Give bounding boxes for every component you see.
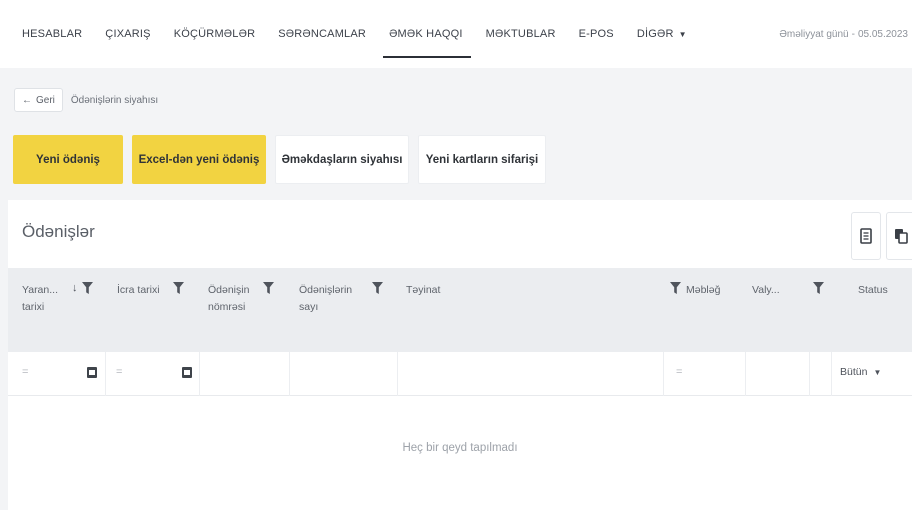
operation-day: Əməliyyat günü - 05.05.2023 [779,0,908,68]
column-label: Ödənişin nömrəsi [208,284,250,313]
nav-item-e-pos[interactable]: E-POS [579,0,614,68]
column-header-exec-date[interactable]: İcra tarixi [117,282,160,299]
purpose-filter[interactable] [398,352,664,396]
nav-label: ƏMƏK HAQQI [389,28,463,40]
new-cards-order-button[interactable]: Yeni kartların sifarişi [418,135,546,184]
breadcrumb: ← Geri Ödənişlərin siyahısı [14,88,158,112]
panel-title: Ödənişlər [22,222,95,241]
copy-icon [895,229,908,244]
sort-arrow-icon[interactable]: ↓ [72,282,78,294]
nav-label: MƏKTUBLAR [485,28,556,40]
filter-icon[interactable] [813,282,824,297]
column-label: Təyinat [406,284,441,296]
equals-sign: = [116,366,123,378]
nav-item-cixaris[interactable]: ÇIXARIŞ [105,0,150,68]
column-header-payment-count[interactable]: Ödənişlərin sayı [299,282,359,316]
filter-icon[interactable] [263,282,274,297]
back-button[interactable]: ← Geri [14,88,63,112]
column-header-payment-number[interactable]: Ödənişin nömrəsi [208,282,258,316]
column-label: Valy... [752,284,780,296]
calendar-icon[interactable] [181,365,193,384]
top-navigation: HESABLAR ÇIXARIŞ KÖÇÜRMƏLƏR SƏRƏNCAMLAR … [0,0,912,68]
currency-filter[interactable] [746,352,810,396]
action-bar: Yeni ödəniş Excel-dən yeni ödəniş Əməkda… [13,135,555,184]
new-cards-order-label: Yeni kartların sifarişi [425,153,539,166]
equals-sign: = [676,366,683,378]
document-icon [860,228,872,244]
operation-day-separator: - [851,28,855,40]
filter-icon[interactable] [82,282,93,297]
nav-label: KÖÇÜRMƏLƏR [173,28,256,40]
column-label: Ödənişlərin sayı [299,284,353,313]
nav-item-kocurmeler[interactable]: KÖÇÜRMƏLƏR [174,0,256,68]
nav-label: ÇIXARIŞ [105,28,151,40]
nav-label: DİGƏR [636,28,674,40]
payment-number-filter[interactable] [200,352,290,396]
created-date-filter[interactable]: = [8,352,106,396]
employees-list-button[interactable]: Əməkdaşların siyahısı [275,135,409,184]
table-header: Yaran... tarixi ↓ İcra tarixi Ödənişin n… [8,268,912,352]
column-label: Məbləğ [686,284,721,296]
column-header-created-date[interactable]: Yaran... tarixi [22,282,74,316]
export-button[interactable] [851,212,881,260]
column-header-purpose[interactable]: Təyinat [406,282,440,299]
column-label: İcra tarixi [117,284,160,296]
new-payment-button[interactable]: Yeni ödəniş [13,135,123,184]
filter-icon[interactable] [173,282,184,297]
filter-row: = = = Bütün ▼ [8,352,912,396]
nav-item-mektublar[interactable]: MƏKTUBLAR [486,0,556,68]
new-payment-label: Yeni ödəniş [36,153,100,166]
excel-new-payment-label: Excel-dən yeni ödəniş [138,153,260,166]
nav-item-diger[interactable]: DİGƏR ▼ [637,0,687,68]
nav-label: HESABLAR [22,28,83,40]
nav-item-serencamlar[interactable]: SƏRƏNCAMLAR [278,0,366,68]
equals-sign: = [22,366,29,378]
amount-filter[interactable]: = [664,352,746,396]
nav-label: SƏRƏNCAMLAR [278,28,367,40]
column-header-status[interactable]: Status [858,282,888,299]
excel-new-payment-button[interactable]: Excel-dən yeni ödəniş [132,135,266,184]
arrow-left-icon: ← [22,94,32,106]
filter-icon[interactable] [670,282,681,297]
main-menu: HESABLAR ÇIXARIŞ KÖÇÜRMƏLƏR SƏRƏNCAMLAR … [22,0,710,68]
caret-down-icon: ▼ [678,29,687,39]
column-header-currency[interactable]: Valy... [752,282,780,299]
column-header-amount[interactable]: Məbləğ [686,282,720,299]
filter-spacer [810,352,832,396]
caret-down-icon: ▼ [873,368,882,377]
empty-state-message: Heç bir qeyd tapılmadı [402,442,518,454]
operation-day-value: 05.05.2023 [857,28,908,40]
exec-date-filter[interactable]: = [106,352,200,396]
payment-count-filter[interactable] [290,352,398,396]
status-filter-value: Bütün [840,366,868,378]
breadcrumb-current: Ödənişlərin siyahısı [70,94,159,106]
nav-item-emek-haqqi[interactable]: ƏMƏK HAQQI [383,0,471,68]
back-button-label: Geri [36,94,55,106]
nav-item-hesablar[interactable]: HESABLAR [22,0,82,68]
calendar-icon[interactable] [86,365,98,384]
employees-list-label: Əməkdaşların siyahısı [281,153,403,166]
status-filter-select[interactable]: Bütün ▼ [840,366,881,378]
operation-day-label: Əməliyyat günü [779,28,849,40]
copy-button[interactable] [886,212,912,260]
filter-icon[interactable] [372,282,383,297]
payments-panel: Ödənişlər Yaran... tarixi ↓ İcra tarixi … [8,200,912,510]
column-label: Status [858,284,888,296]
nav-label: E-POS [578,28,614,40]
column-label: Yaran... tarixi [22,284,58,313]
